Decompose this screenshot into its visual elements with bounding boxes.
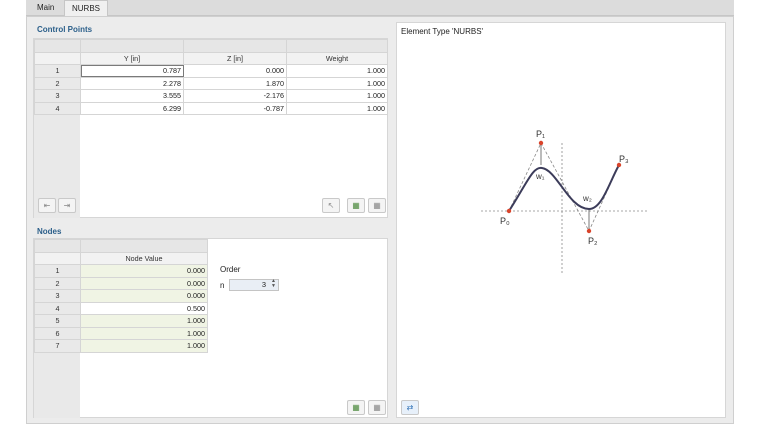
node-value-cell[interactable]: 1.000 (80, 326, 208, 340)
row-number: 7 (34, 339, 81, 353)
row-number: 3 (34, 289, 81, 303)
nodes-title: Nodes (37, 227, 62, 236)
column-header-z[interactable]: Z [in] (183, 51, 287, 65)
nurbs-diagram: P₀ P₁ P₂ P₃ w₁ w₂ (481, 129, 647, 275)
nurbs-curve (508, 164, 620, 212)
control-point-1 (538, 140, 544, 146)
node-value-cell[interactable]: 0.000 (80, 264, 208, 278)
table-row: 1 0.000 (34, 264, 208, 278)
node-value-cell[interactable]: 0.500 (80, 301, 208, 315)
table-row: 4 0.500 (34, 301, 208, 315)
row-number: 4 (34, 301, 81, 315)
control-points-title: Control Points (37, 25, 93, 34)
label-p1: P₁ (536, 129, 545, 139)
export-nodes-icon[interactable]: ▦ (368, 400, 386, 415)
row-number: 6 (34, 326, 81, 340)
y-cell[interactable]: 3.555 (80, 89, 184, 103)
order-n-spinner[interactable]: 3 ▲ ▼ (229, 279, 279, 291)
z-cell[interactable]: -0.787 (183, 101, 287, 115)
control-point-0 (506, 208, 512, 214)
table-row: 5 1.000 (34, 314, 208, 328)
weight-cell[interactable]: 1.000 (286, 101, 388, 115)
order-n-label: n (220, 281, 225, 290)
tab-main[interactable]: Main (30, 0, 61, 16)
z-cell[interactable]: -2.176 (183, 89, 287, 103)
node-value-cell[interactable]: 0.000 (80, 289, 208, 303)
import-nodes-icon[interactable]: ▦ (347, 400, 365, 415)
row-number: 4 (34, 101, 81, 115)
row-number-header (34, 251, 81, 265)
row-number: 2 (34, 76, 81, 90)
spinner-arrows-icon[interactable]: ▲ ▼ (271, 279, 276, 289)
pick-point-icon[interactable]: ↖ (322, 198, 340, 213)
tab-nurbs[interactable]: NURBS (64, 0, 109, 17)
table-row: 4 6.299 -0.787 1.000 (34, 101, 388, 115)
column-header-weight[interactable]: Weight (286, 51, 388, 65)
weight-cell[interactable]: 1.000 (286, 64, 388, 78)
row-header-column (34, 347, 80, 418)
y-cell[interactable]: 6.299 (80, 101, 184, 115)
table-row: 3 3.555 -2.176 1.000 (34, 89, 388, 103)
z-cell[interactable]: 0.000 (183, 64, 287, 78)
nurbs-tab-content: Control Points Y [in] Z [in] Weight 1 0.… (26, 16, 734, 424)
order-label: Order (220, 265, 241, 274)
y-cell[interactable]: 0.787 (80, 64, 184, 78)
control-points-table: Y [in] Z [in] Weight 1 0.787 0.000 1.000… (34, 39, 388, 115)
label-p2: P₂ (588, 236, 598, 246)
row-number: 5 (34, 314, 81, 328)
weight-cell[interactable]: 1.000 (286, 76, 388, 90)
nodes-panel: Node Value 1 0.000 2 0.000 3 0.000 4 0.500 5… (33, 238, 388, 418)
tab-bar: Main NURBS (26, 0, 734, 17)
insert-row-before-icon[interactable]: ⇤ (38, 198, 56, 213)
column-header-node-value[interactable]: Node Value (80, 251, 208, 265)
weight-cell[interactable]: 1.000 (286, 89, 388, 103)
label-p3: P₃ (619, 154, 629, 164)
node-value-cell[interactable]: 1.000 (80, 339, 208, 353)
control-polygon (508, 142, 620, 232)
label-w1: w₁ (535, 172, 545, 181)
swap-orientation-icon[interactable]: ⇄ (401, 400, 419, 415)
row-number: 1 (34, 64, 81, 78)
import-table-icon[interactable]: ▦ (347, 198, 365, 213)
column-header-y[interactable]: Y [in] (80, 51, 184, 65)
insert-row-after-icon[interactable]: ⇥ (58, 198, 76, 213)
row-number: 3 (34, 89, 81, 103)
export-table-icon[interactable]: ▦ (368, 198, 386, 213)
node-value-cell[interactable]: 0.000 (80, 276, 208, 290)
row-number: 1 (34, 264, 81, 278)
control-point-2 (586, 228, 592, 234)
table-row: 1 0.787 0.000 1.000 (34, 64, 388, 78)
row-number-header (34, 51, 81, 65)
row-number: 2 (34, 276, 81, 290)
order-n-value: 3 (261, 280, 266, 289)
node-value-cell[interactable]: 1.000 (80, 314, 208, 328)
table-row: 2 2.278 1.870 1.000 (34, 76, 388, 90)
nodes-table: Node Value 1 0.000 2 0.000 3 0.000 4 0.500 5… (34, 239, 208, 353)
table-row: 2 0.000 (34, 276, 208, 290)
label-p0: P₀ (500, 216, 510, 226)
diagram-panel: Element Type 'NURBS' P₀ P₁ P₂ P₃ w₁ w₂ (396, 22, 726, 418)
table-row: 7 1.000 (34, 339, 208, 353)
z-cell[interactable]: 1.870 (183, 76, 287, 90)
table-row: 6 1.000 (34, 326, 208, 340)
table-row: 3 0.000 (34, 289, 208, 303)
label-w2: w₂ (582, 194, 592, 203)
y-cell[interactable]: 2.278 (80, 76, 184, 90)
control-points-panel: Y [in] Z [in] Weight 1 0.787 0.000 1.000… (33, 38, 388, 218)
